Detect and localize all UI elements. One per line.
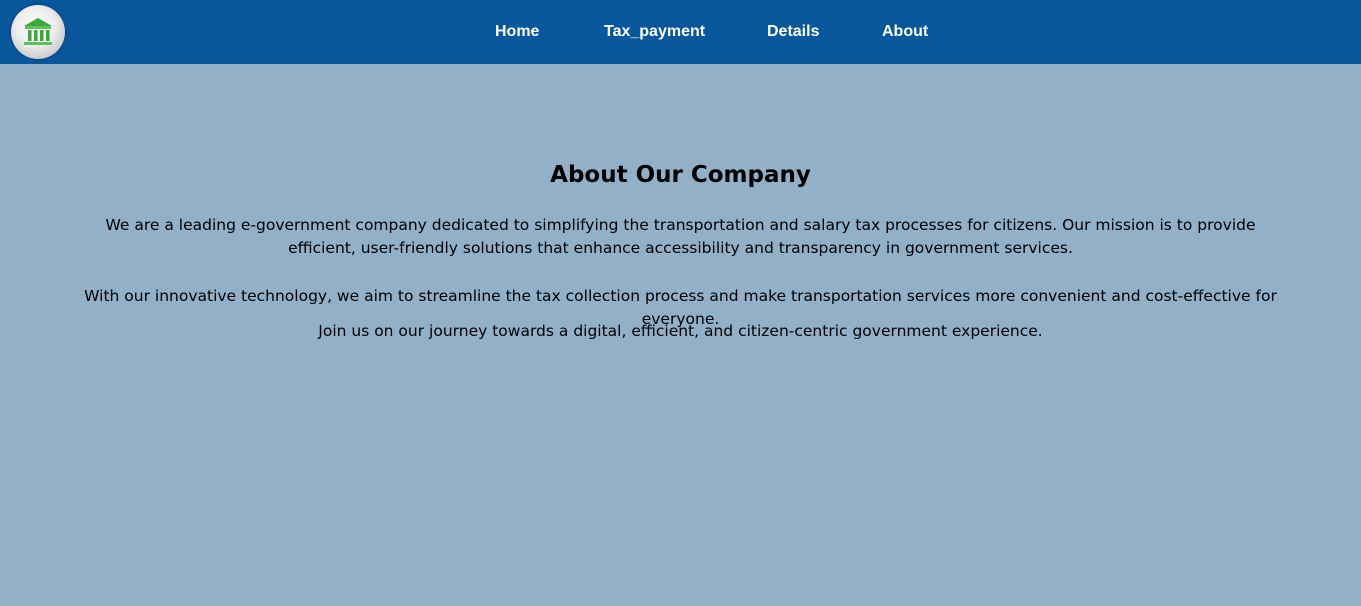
top-navbar: Home Tax_payment Details About <box>0 0 1361 64</box>
nav-tax-payment[interactable]: Tax_payment <box>604 22 705 42</box>
about-paragraph-join: Join us on our journey towards a digital… <box>318 322 1043 340</box>
page-title: About Our Company <box>550 162 811 188</box>
main-nav: Home Tax_payment Details About <box>0 0 1361 64</box>
nav-about[interactable]: About <box>882 22 928 42</box>
about-paragraph-mission: We are a leading e-government company de… <box>105 216 1256 257</box>
nav-home[interactable]: Home <box>495 22 539 42</box>
nav-details[interactable]: Details <box>767 22 819 42</box>
